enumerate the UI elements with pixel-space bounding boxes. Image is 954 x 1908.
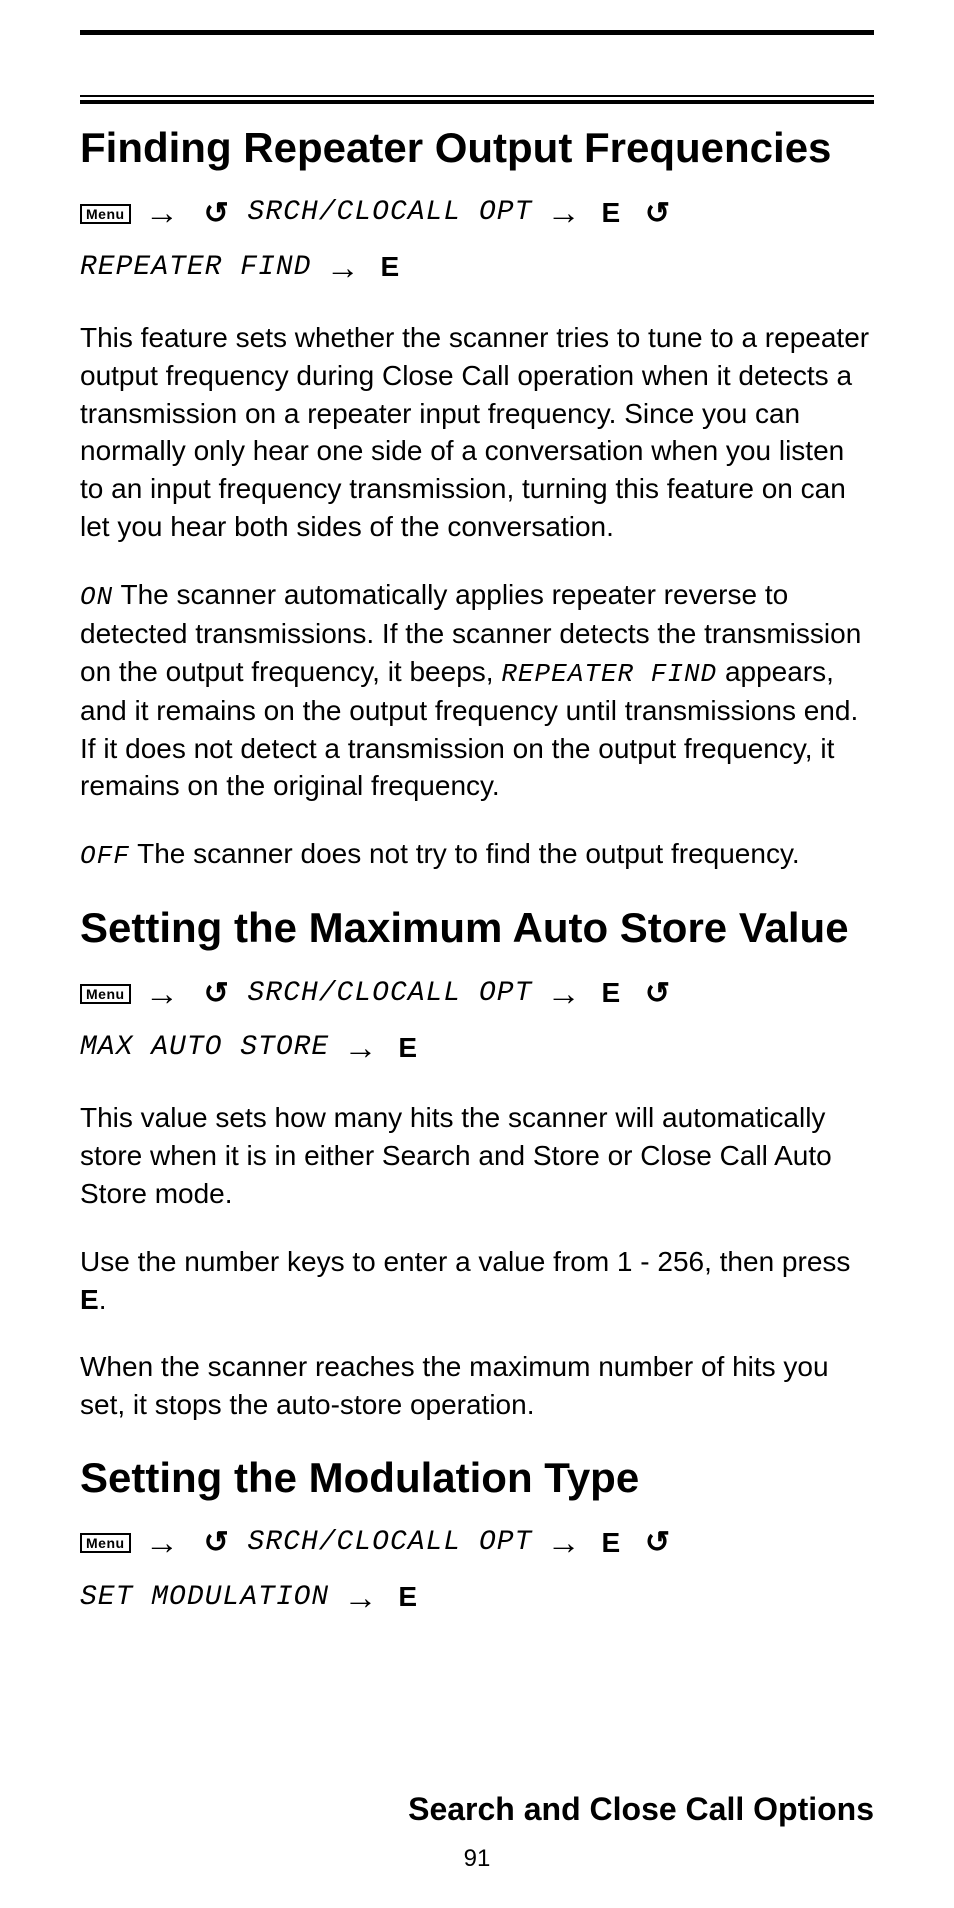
nav-lcd-text: SRCH/CLOCALL OPT bbox=[248, 977, 533, 1008]
page-number: 91 bbox=[0, 1845, 954, 1873]
scroll-icon: ↺ bbox=[204, 970, 230, 1018]
inner-border-rule-thick bbox=[80, 100, 874, 104]
nav-sequence-2: Menu → ↺ SRCH/CLOCALL OPT → E ↺ MAX AUTO… bbox=[80, 967, 874, 1076]
arrow-right-icon: → bbox=[344, 1571, 379, 1625]
body-text: . bbox=[99, 1284, 107, 1315]
body-paragraph: ON The scanner automatically applies rep… bbox=[80, 576, 874, 805]
section-heading-1: Finding Repeater Output Frequencies bbox=[80, 124, 874, 172]
menu-button-label: Menu bbox=[80, 984, 131, 1004]
body-paragraph: Use the number keys to enter a value fro… bbox=[80, 1243, 874, 1319]
nav-sequence-3: Menu → ↺ SRCH/CLOCALL OPT → E ↺ SET MODU… bbox=[80, 1516, 874, 1625]
nav-sequence-1: Menu → ↺ SRCH/CLOCALL OPT → E ↺ REPEATER… bbox=[80, 186, 874, 295]
e-key-label: E bbox=[601, 1527, 620, 1558]
footer-section-title: Search and Close Call Options bbox=[80, 1791, 874, 1828]
nav-lcd-text: MAX AUTO STORE bbox=[80, 1032, 329, 1063]
e-key-label: E bbox=[398, 1032, 417, 1063]
lcd-inline-text: OFF bbox=[80, 841, 130, 871]
lcd-inline-text: REPEATER FIND bbox=[501, 659, 717, 689]
top-border-rule bbox=[80, 30, 874, 35]
e-key-label: E bbox=[601, 197, 620, 228]
body-paragraph: This feature sets whether the scanner tr… bbox=[80, 319, 874, 546]
arrow-right-icon: → bbox=[145, 1516, 180, 1570]
section-heading-2: Setting the Maximum Auto Store Value bbox=[80, 904, 874, 952]
scroll-icon: ↺ bbox=[204, 190, 230, 238]
section-heading-3: Setting the Modulation Type bbox=[80, 1454, 874, 1502]
menu-button-label: Menu bbox=[80, 204, 131, 224]
nav-lcd-text: SET MODULATION bbox=[80, 1581, 329, 1612]
body-paragraph: When the scanner reaches the maximum num… bbox=[80, 1348, 874, 1424]
arrow-right-icon: → bbox=[145, 186, 180, 240]
body-text: Use the number keys to enter a value fro… bbox=[80, 1246, 850, 1277]
scroll-icon: ↺ bbox=[645, 190, 671, 238]
arrow-right-icon: → bbox=[145, 967, 180, 1021]
document-page: Finding Repeater Output Frequencies Menu… bbox=[0, 0, 954, 1908]
body-text: The scanner does not try to find the out… bbox=[130, 838, 800, 869]
arrow-right-icon: → bbox=[547, 186, 582, 240]
e-key-label: E bbox=[601, 977, 620, 1008]
menu-button-label: Menu bbox=[80, 1533, 131, 1553]
arrow-right-icon: → bbox=[344, 1021, 379, 1075]
nav-lcd-text: SRCH/CLOCALL OPT bbox=[248, 197, 533, 228]
scroll-icon: ↺ bbox=[645, 1519, 671, 1567]
lcd-inline-text: ON bbox=[80, 582, 113, 612]
bold-key: E bbox=[80, 1284, 99, 1315]
arrow-right-icon: → bbox=[547, 1516, 582, 1570]
body-paragraph: OFF The scanner does not try to find the… bbox=[80, 835, 874, 874]
arrow-right-icon: → bbox=[326, 241, 361, 295]
nav-lcd-text: REPEATER FIND bbox=[80, 251, 311, 282]
inner-border-rule-thin bbox=[80, 95, 874, 97]
arrow-right-icon: → bbox=[547, 967, 582, 1021]
e-key-label: E bbox=[381, 251, 400, 282]
scroll-icon: ↺ bbox=[204, 1519, 230, 1567]
e-key-label: E bbox=[398, 1581, 417, 1612]
body-paragraph: This value sets how many hits the scanne… bbox=[80, 1099, 874, 1212]
nav-lcd-text: SRCH/CLOCALL OPT bbox=[248, 1527, 533, 1558]
scroll-icon: ↺ bbox=[645, 970, 671, 1018]
